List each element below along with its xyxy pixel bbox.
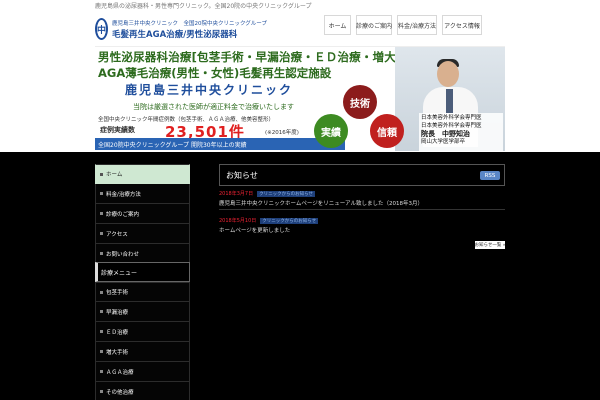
banner-headline-2: AGA薄毛治療(男性・女性)毛髪再生認定施設 <box>98 66 332 80</box>
news-category-link[interactable]: クリニックからのお知らせ <box>257 190 316 197</box>
badge-record: 実績 <box>314 114 348 148</box>
news-list: 2018年3月7日 クリニックからのお知らせ 鹿児島三井中央クリニックホームペー… <box>219 190 505 241</box>
sidebar-item-phimosis[interactable]: 包茎手術 <box>95 282 190 302</box>
nav-guide[interactable]: 診療のご案内 <box>356 15 392 35</box>
nav-access[interactable]: アクセス情報 <box>442 15 482 35</box>
doctor-tie <box>446 89 453 113</box>
sidebar-item-contact[interactable]: お問い合わせ <box>95 244 190 264</box>
news-date: 2018年3月7日 <box>219 191 254 197</box>
banner-note: 当院は厳選された医師が適正料金で治療いたします <box>133 103 294 111</box>
news-header: お知らせ RSS <box>219 164 505 186</box>
sidebar-menu-2: 包茎手術 早漏治療 ＥＤ治療 増大手術 ＡＧＡ治療 その他治療 <box>95 282 190 400</box>
sidebar-item-guide[interactable]: 診療のご案内 <box>95 204 190 224</box>
news-divider <box>219 209 505 210</box>
news-more-button[interactable]: お知らせ一覧 » <box>474 241 506 249</box>
logo-title: 毛髪再生AGA治療/男性泌尿器科 <box>112 29 238 40</box>
sidebar-menu: ホーム 料金/治療方法 診療のご案内 アクセス お問い合わせ <box>95 164 190 264</box>
news-title: お知らせ <box>226 171 258 180</box>
nav-home[interactable]: ホーム <box>324 15 351 35</box>
sidebar-item-enlarge[interactable]: 増大手術 <box>95 342 190 362</box>
nav-price[interactable]: 料金/治療方法 <box>397 15 437 35</box>
news-item-link[interactable]: ホームページを更新しました <box>219 226 505 234</box>
banner-headline-1: 男性泌尿器科治療[包茎手術・早漏治療・ＥＤ治療・増大術等] <box>98 50 425 64</box>
sidebar-item-pe[interactable]: 早漏治療 <box>95 302 190 322</box>
site-header: 中 鹿児島三井中央クリニック 全国20院中央クリニックグループ 毛髪再生AGA治… <box>0 12 600 44</box>
sidebar-item-price[interactable]: 料金/治療方法 <box>95 184 190 204</box>
top-info-text: 鹿児島県の泌尿器科・男性専門クリニック。全国20院の中央クリニックグループ <box>95 3 312 10</box>
badge-tech: 技術 <box>343 85 377 119</box>
doctor-name: 院長 中野知治 <box>421 130 470 138</box>
banner-footer-strip: 全国20院中央クリニックグループ 開院30年以上の実績 <box>95 138 345 150</box>
doctor-head <box>437 61 459 87</box>
sidebar-item-ed[interactable]: ＥＤ治療 <box>95 322 190 342</box>
news-item-link[interactable]: 鹿児島三井中央クリニックホームページをリニューアル致しました（2018年3月） <box>219 199 505 207</box>
site-logo[interactable]: 中 鹿児島三井中央クリニック 全国20院中央クリニックグループ 毛髪再生AGA治… <box>95 16 267 42</box>
hero-banner: 男性泌尿器科治療[包茎手術・早漏治療・ＥＤ治療・増大術等] AGA薄毛治療(男性… <box>95 46 505 151</box>
banner-count-year: (※2016年度) <box>265 130 299 136</box>
global-nav: ホーム 診療のご案内 料金/治療方法 アクセス情報 <box>324 15 487 35</box>
banner-count-label: 症例実績数 <box>100 126 135 134</box>
list-item: 2018年5月10日 クリニックからのお知らせ ホームページを更新しました <box>219 217 505 234</box>
rss-button[interactable]: RSS <box>480 171 500 180</box>
sidebar-item-aga[interactable]: ＡＧＡ治療 <box>95 362 190 382</box>
sidebar-item-access[interactable]: アクセス <box>95 224 190 244</box>
sidebar-section-title: 診療メニュー <box>95 262 190 282</box>
doctor-caption: 日本美容外科学会専門医 日本美容外科学会専門医 院長 中野知治 岡山大学医学部卒 <box>419 113 503 151</box>
top-info-bar: 鹿児島県の泌尿器科・男性専門クリニック。全国20院の中央クリニックグループ <box>0 0 600 12</box>
news-date: 2018年5月10日 <box>219 218 257 224</box>
doctor-cap-1: 日本美容外科学会専門医 <box>421 115 482 121</box>
logo-mark-icon: 中 <box>95 18 109 40</box>
sidebar-item-other[interactable]: その他治療 <box>95 382 190 400</box>
doctor-cap-3: 岡山大学医学部卒 <box>421 139 466 145</box>
list-item: 2018年3月7日 クリニックからのお知らせ 鹿児島三井中央クリニックホームペー… <box>219 190 505 210</box>
news-category-link[interactable]: クリニックからのお知らせ <box>260 217 319 224</box>
sidebar-item-home[interactable]: ホーム <box>95 164 190 184</box>
doctor-cap-2: 日本美容外科学会専門医 <box>421 123 482 129</box>
doctor-photo: 日本美容外科学会専門医 日本美容外科学会専門医 院長 中野知治 岡山大学医学部卒 <box>395 47 505 151</box>
badge-trust: 信頼 <box>370 114 404 148</box>
logo-subtitle: 鹿児島三井中央クリニック 全国20院中央クリニックグループ <box>112 20 267 27</box>
